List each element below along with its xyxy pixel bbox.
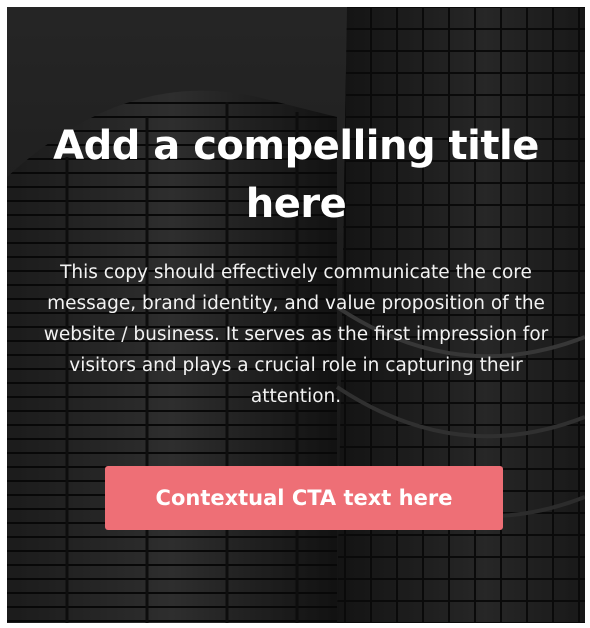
hero-section: Add a compelling title here This copy sh… — [7, 7, 585, 623]
cta-button[interactable]: Contextual CTA text here — [105, 466, 503, 530]
hero-title: Add a compelling title here — [53, 123, 539, 227]
hero-copy: This copy should effectively communicate… — [43, 262, 549, 407]
hero-content: Add a compelling title here This copy sh… — [7, 7, 585, 623]
